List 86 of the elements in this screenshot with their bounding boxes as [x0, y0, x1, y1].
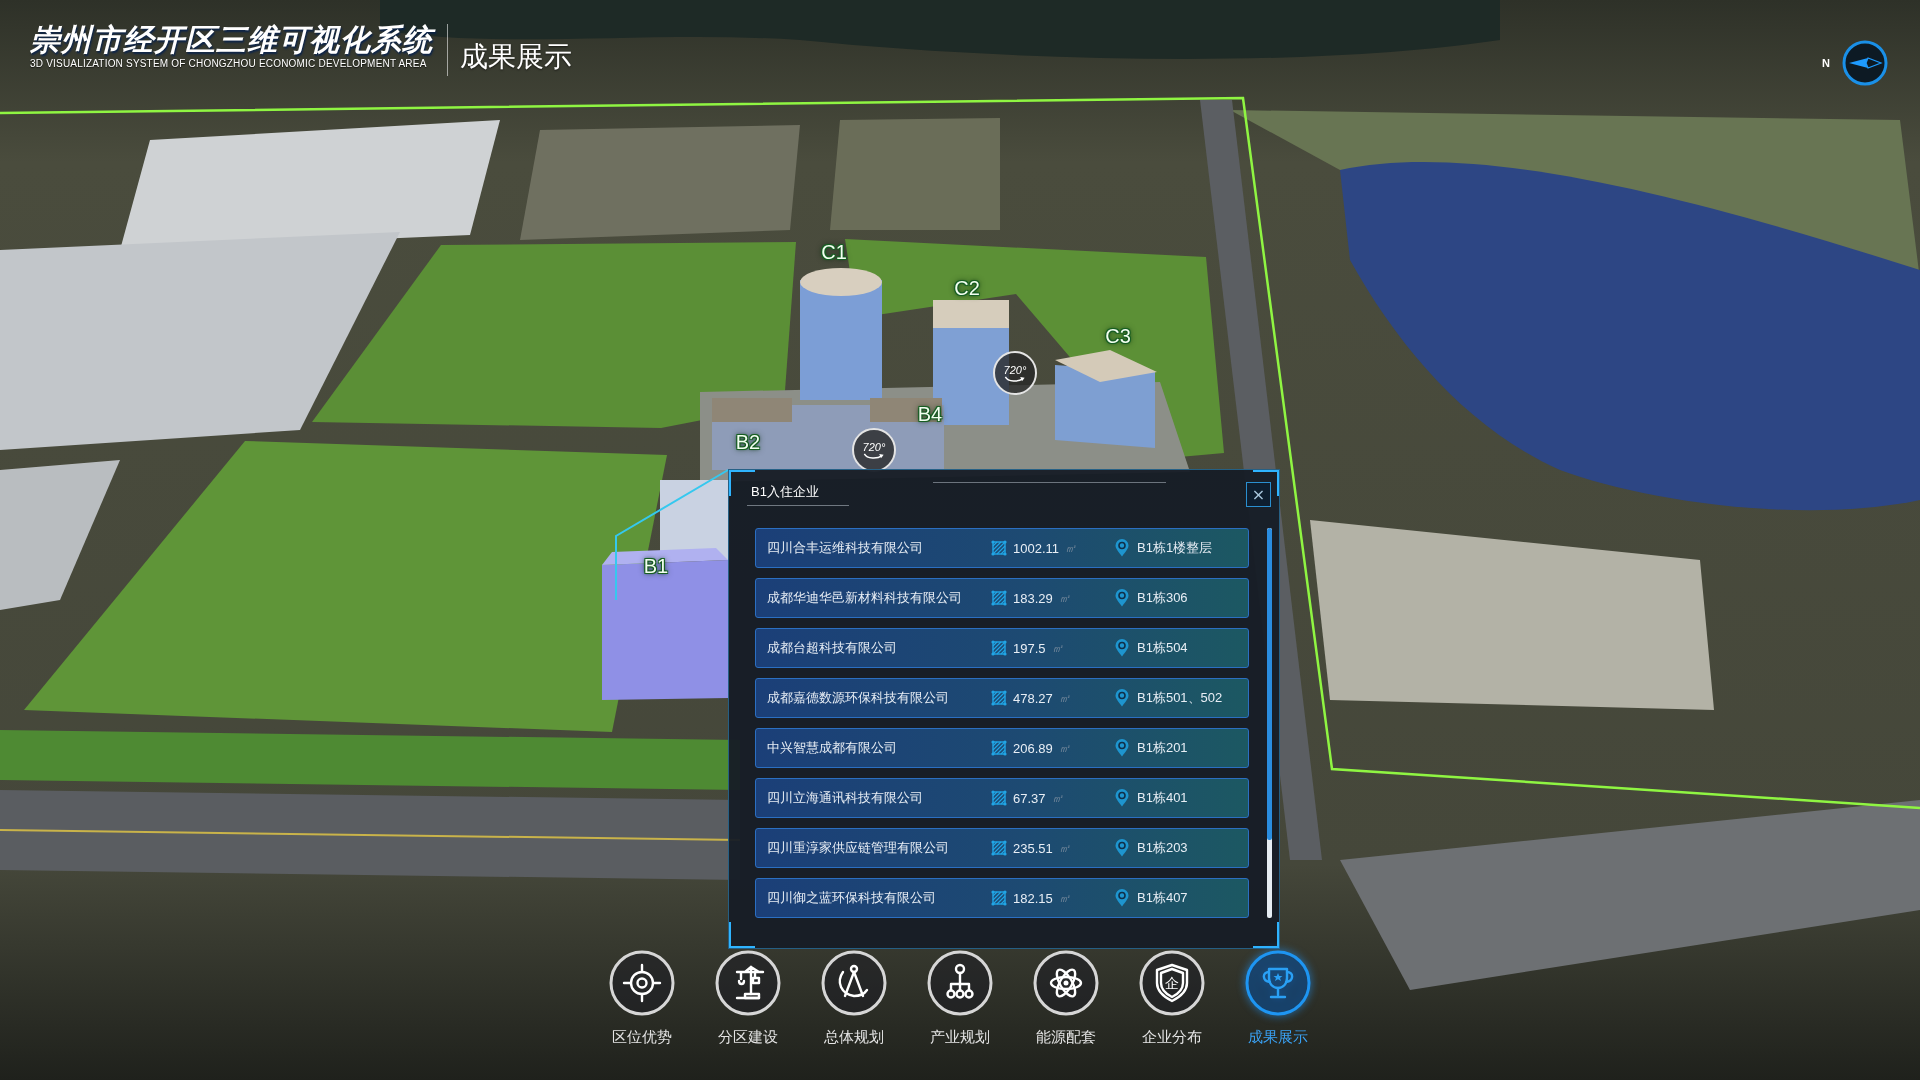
close-button[interactable]: ×: [1246, 482, 1271, 507]
company-row[interactable]: 成都嘉德数源环保科技有限公司 478.27 ㎡ B1栋501、502: [755, 678, 1249, 718]
company-name: 成都嘉德数源环保科技有限公司: [767, 689, 950, 707]
company-name: 四川合丰运维科技有限公司: [767, 539, 924, 557]
location-pin-icon: [1115, 589, 1129, 607]
location-text: B1栋306: [1137, 589, 1188, 607]
hierarchy-icon: [927, 950, 993, 1016]
company-row[interactable]: 成都台超科技有限公司 197.5 ㎡ B1栋504: [755, 628, 1249, 668]
building-label: C2: [954, 277, 980, 299]
area-icon: [991, 640, 1007, 656]
location-text: B1栋201: [1137, 739, 1188, 757]
company-row[interactable]: 四川合丰运维科技有限公司 1002.11 ㎡ B1栋1楼整层: [755, 528, 1249, 568]
app-subtitle: 3D VISUALIZATION SYSTEM OF CHONGZHOU ECONOMIC DEVELOPMENT AREA: [30, 58, 428, 70]
company-name: 四川重淳家供应链管理有限公司: [767, 839, 950, 857]
area-icon: [991, 540, 1007, 556]
location-pin-icon: [1115, 739, 1129, 757]
compass-icon[interactable]: [1842, 40, 1888, 86]
area-unit: ㎡: [1051, 790, 1063, 806]
company-name: 成都台超科技有限公司: [767, 639, 898, 657]
area-value: 67.37: [1013, 790, 1046, 806]
nav-button[interactable]: 能源配套: [1013, 950, 1119, 1046]
area-icon: [991, 690, 1007, 706]
location-pin-icon: [1115, 889, 1129, 907]
company-name: 中兴智慧成都有限公司: [767, 739, 898, 757]
location-pin-icon: [1115, 639, 1129, 657]
area-icon: [991, 740, 1007, 756]
nav-button[interactable]: 分区建设: [695, 950, 801, 1046]
area-unit: ㎡: [1058, 840, 1070, 856]
location-pin-icon: [1115, 539, 1129, 557]
area-icon: [991, 790, 1007, 806]
scrollbar-track[interactable]: [1267, 528, 1272, 918]
location-pin-icon: [1115, 689, 1129, 707]
company-name: 四川立海通讯科技有限公司: [767, 789, 924, 807]
area-unit: ㎡: [1058, 740, 1070, 756]
nav-button[interactable]: 产业规划: [907, 950, 1013, 1046]
nav-button[interactable]: 企 企业分布: [1119, 950, 1225, 1046]
area-icon: [991, 590, 1007, 606]
nav-button[interactable]: 总体规划: [801, 950, 907, 1046]
area-unit: ㎡: [1065, 540, 1077, 556]
location-text: B1栋401: [1137, 789, 1188, 807]
area-unit: ㎡: [1051, 640, 1063, 656]
popup-title: B1入住企业: [747, 482, 849, 506]
company-row[interactable]: 四川立海通讯科技有限公司 67.37 ㎡ B1栋401: [755, 778, 1249, 818]
area-unit: ㎡: [1058, 590, 1070, 606]
section-title: 成果展示: [460, 40, 572, 74]
company-name: 成都华迪华邑新材料科技有限公司: [767, 589, 963, 607]
area-unit: ㎡: [1058, 690, 1070, 706]
rotate-arrow-icon: [863, 452, 885, 460]
area-icon: [991, 890, 1007, 906]
nav-button[interactable]: 区位优势: [589, 950, 695, 1046]
company-row[interactable]: 中兴智慧成都有限公司 206.89 ㎡ B1栋201: [755, 728, 1249, 768]
shield-icon: 企: [1139, 950, 1205, 1016]
building-label: C1: [821, 241, 847, 263]
scrollbar-thumb[interactable]: [1267, 528, 1272, 840]
area-value: 235.51: [1013, 840, 1053, 856]
location-text: B1栋203: [1137, 839, 1188, 857]
location-text: B1栋407: [1137, 889, 1188, 907]
area-value: 197.5: [1013, 640, 1046, 656]
trophy-icon: [1245, 950, 1311, 1016]
building-label: B2: [735, 431, 761, 453]
target-icon: [609, 950, 675, 1016]
location-text: B1栋504: [1137, 639, 1188, 657]
location-text: B1栋1楼整层: [1137, 539, 1213, 557]
company-row[interactable]: 四川御之蓝环保科技有限公司 182.15 ㎡ B1栋407: [755, 878, 1249, 918]
company-row[interactable]: 四川重淳家供应链管理有限公司 235.51 ㎡ B1栋203: [755, 828, 1249, 868]
building-label: B1: [643, 555, 669, 577]
building-label: B4: [917, 403, 943, 425]
area-value: 1002.11: [1013, 540, 1060, 556]
area-value: 206.89: [1013, 740, 1053, 756]
location-text: B1栋501、502: [1137, 689, 1223, 707]
company-name: 四川御之蓝环保科技有限公司: [767, 889, 937, 907]
drafting-compass-icon: [821, 950, 887, 1016]
location-pin-icon: [1115, 789, 1129, 807]
company-row[interactable]: 成都华迪华邑新材料科技有限公司 183.29 ㎡ B1栋306: [755, 578, 1249, 618]
area-icon: [991, 840, 1007, 856]
north-label: N: [1822, 57, 1830, 69]
rotate-arrow-icon: [1004, 375, 1026, 383]
building-label: C3: [1105, 325, 1131, 347]
area-unit: ㎡: [1058, 890, 1070, 906]
nav-button[interactable]: 成果展示: [1225, 950, 1331, 1046]
atom-icon: [1033, 950, 1099, 1016]
location-pin-icon: [1115, 839, 1129, 857]
area-value: 478.27: [1013, 690, 1053, 706]
crane-icon: [715, 950, 781, 1016]
area-value: 183.29: [1013, 590, 1053, 606]
area-value: 182.15: [1013, 890, 1053, 906]
